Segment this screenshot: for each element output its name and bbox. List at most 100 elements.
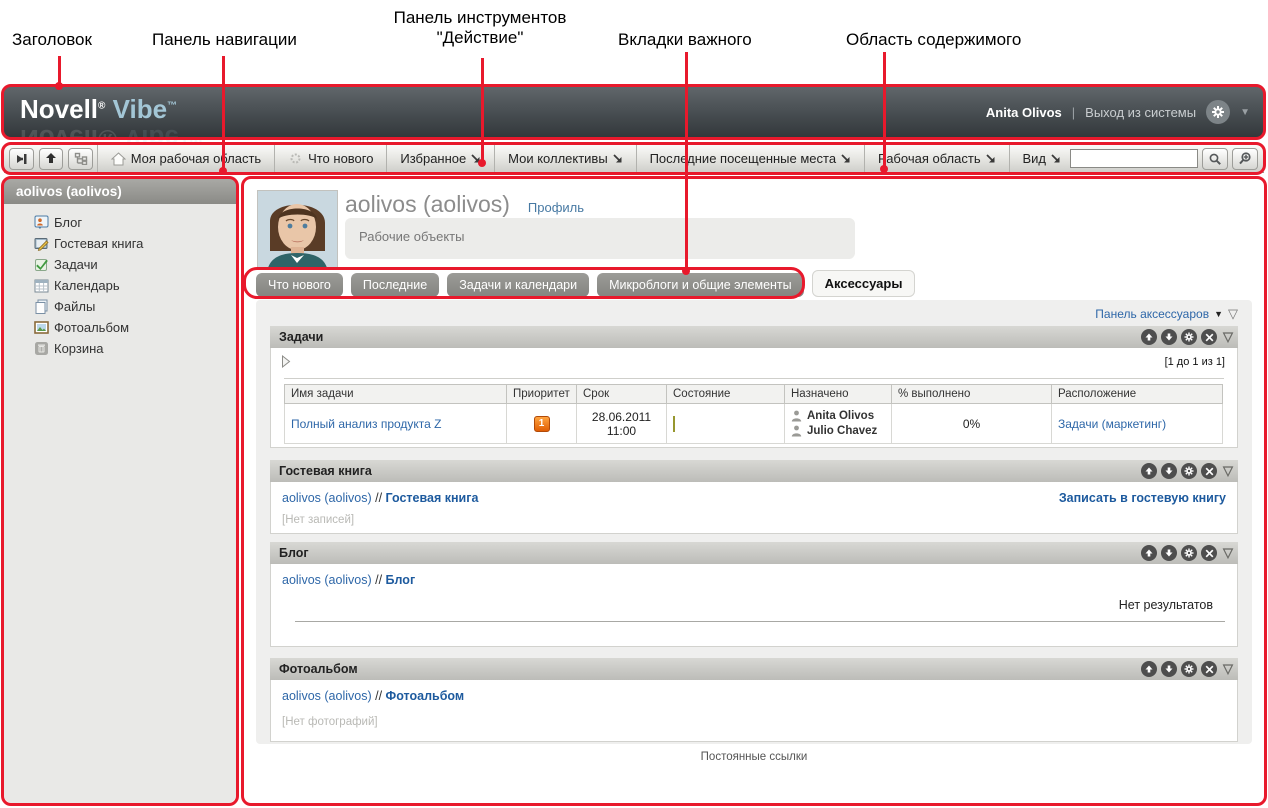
trash-icon (35, 342, 48, 355)
col-assigned[interactable]: Назначено (784, 384, 892, 404)
settings-button[interactable] (1181, 329, 1197, 345)
accessories-panel: Панель аксессуаров ▼ ▽ Задачи ▽ [1 до 1 … (256, 300, 1252, 744)
sidebar-item-files[interactable]: Файлы (4, 296, 236, 317)
sidebar-item-blog[interactable]: Блог (4, 212, 236, 233)
search-input[interactable] (1070, 149, 1199, 168)
profile-link[interactable]: Профиль (528, 200, 584, 215)
breadcrumb-page-link[interactable]: Фотоальбом (386, 689, 465, 703)
tab-accessories[interactable]: Аксессуары (811, 270, 916, 297)
advanced-search-button[interactable] (1232, 147, 1259, 170)
calendar-icon (34, 279, 49, 293)
callout-line-toolbar (481, 58, 484, 166)
toolbar-item-my-teams[interactable]: Мои коллективы (499, 145, 632, 173)
user-name-link[interactable]: Anita Olivos (986, 105, 1062, 120)
sign-guestbook-link[interactable]: Записать в гостевую книгу (1059, 491, 1226, 505)
sidebar-item-trash[interactable]: Корзина (4, 338, 236, 359)
up-level-button[interactable] (38, 147, 64, 170)
pagination-text: [1 до 1 из 1] (1164, 356, 1225, 368)
guestbook-empty-text: [Нет записей] (282, 514, 355, 526)
logo-novell-text: Novell (20, 94, 99, 124)
settings-button[interactable] (1181, 661, 1197, 677)
files-icon (35, 299, 48, 314)
screenshot-stage: Заголовок Панель навигации Панель инстру… (0, 0, 1268, 808)
breadcrumb-workspace-link[interactable]: aolivos (aolivos) (282, 491, 372, 505)
sidebar-item-guestbook[interactable]: Гостевая книга (4, 233, 236, 254)
settings-gear-button[interactable] (1206, 100, 1231, 124)
sidebar-item-photo-album[interactable]: Фотоальбом (4, 317, 236, 338)
col-task-name[interactable]: Имя задачи (284, 384, 507, 404)
move-up-button[interactable] (1141, 545, 1157, 561)
close-button[interactable] (1201, 329, 1217, 345)
toolbar-item-view[interactable]: Вид (1013, 145, 1070, 173)
collapse-triangle-icon[interactable]: ▽ (1223, 329, 1233, 345)
search-button[interactable] (1202, 147, 1229, 170)
app-header: Novell® Vibe™ Novell® Vibe™ Anita Olivos… (4, 87, 1264, 154)
assignee[interactable]: Julio Chavez (791, 424, 885, 439)
collapse-triangle-icon[interactable]: ▽ (1223, 545, 1233, 561)
close-button[interactable] (1201, 661, 1217, 677)
task-percent-done: 0% (891, 403, 1052, 444)
tab-recent[interactable]: Последние (350, 273, 440, 297)
tasks-icon (35, 259, 48, 271)
tab-microblogs-shared[interactable]: Микроблоги и общие элементы (597, 273, 804, 297)
toolbar-item-whats-new[interactable]: Что нового (279, 145, 382, 173)
accessory-panel-menu[interactable]: Панель аксессуаров ▼ ▽ (1095, 306, 1238, 322)
collapse-triangle-icon[interactable]: ▽ (1223, 661, 1233, 677)
move-down-button[interactable] (1161, 545, 1177, 561)
profile-photo (257, 190, 338, 269)
task-name-link[interactable]: Полный анализ продукта Z (291, 417, 442, 431)
expander-icon[interactable] (281, 355, 291, 368)
whats-new-icon (290, 153, 301, 164)
breadcrumb-page-link[interactable]: Гостевая книга (386, 491, 479, 505)
settings-button[interactable] (1181, 463, 1197, 479)
move-down-button[interactable] (1161, 463, 1177, 479)
divider (284, 378, 1224, 379)
close-button[interactable] (1201, 463, 1217, 479)
photo-album-section-body: aolivos (aolivos) // Фотоальбом [Нет фот… (270, 680, 1238, 742)
toolbar-separator (494, 144, 496, 173)
permalinks-link[interactable]: Постоянные ссылки (244, 751, 1264, 763)
portrait-image (258, 191, 337, 268)
tasks-section-body: [1 до 1 из 1] Имя задачи Приоритет Срок … (270, 348, 1238, 448)
toolbar-separator (1008, 144, 1010, 173)
tree-icon (74, 152, 87, 165)
collapse-sidebar-button[interactable] (9, 147, 34, 170)
logo-trademark: ™ (167, 100, 178, 112)
sidebar-workspace-title[interactable]: aolivos (aolivos) (4, 179, 236, 204)
sidebar-item-tasks[interactable]: Задачи (4, 254, 236, 275)
workspace-tree-button[interactable] (68, 147, 93, 170)
col-location[interactable]: Расположение (1051, 384, 1223, 404)
guestbook-icon (34, 238, 49, 251)
breadcrumb-workspace-link[interactable]: aolivos (aolivos) (282, 689, 372, 703)
close-button[interactable] (1201, 545, 1217, 561)
settings-button[interactable] (1181, 545, 1197, 561)
status-diamond-icon (673, 415, 675, 432)
col-due[interactable]: Срок (576, 384, 667, 404)
caret-down-icon: ▼ (1214, 309, 1223, 319)
col-status[interactable]: Состояние (666, 384, 785, 404)
move-down-button[interactable] (1161, 329, 1177, 345)
header-caret-icon[interactable]: ▼ (1240, 107, 1250, 118)
tab-tasks-calendars[interactable]: Задачи и календари (447, 273, 590, 297)
toolbar-item-recent-places[interactable]: Последние посещенные места (641, 145, 861, 173)
collapse-triangle-icon[interactable]: ▽ (1223, 463, 1233, 479)
move-up-button[interactable] (1141, 661, 1157, 677)
col-priority[interactable]: Приоритет (506, 384, 577, 404)
sidebar-item-calendar[interactable]: Календарь (4, 275, 236, 296)
toolbar-item-my-workspace[interactable]: Моя рабочая область (102, 145, 271, 173)
move-up-button[interactable] (1141, 463, 1157, 479)
breadcrumb-page-link[interactable]: Блог (386, 573, 416, 587)
move-down-button[interactable] (1161, 661, 1177, 677)
task-location-link[interactable]: Задачи (маркетинг) (1058, 417, 1166, 431)
move-up-button[interactable] (1141, 329, 1157, 345)
blog-section-header: Блог ▽ (270, 542, 1238, 564)
assignee[interactable]: Anita Olivos (791, 409, 885, 424)
tasks-section-header: Задачи ▽ (270, 326, 1238, 348)
logout-link[interactable]: Выход из системы (1085, 105, 1196, 120)
col-percent[interactable]: % выполнено (891, 384, 1052, 404)
tab-whats-new[interactable]: Что нового (256, 273, 343, 297)
toolbar-item-workspace[interactable]: Рабочая область (869, 145, 1005, 173)
breadcrumb-workspace-link[interactable]: aolivos (aolivos) (282, 573, 372, 587)
triangle-down-icon[interactable]: ▽ (1228, 306, 1238, 322)
toolbar-item-favorites[interactable]: Избранное (391, 145, 490, 173)
